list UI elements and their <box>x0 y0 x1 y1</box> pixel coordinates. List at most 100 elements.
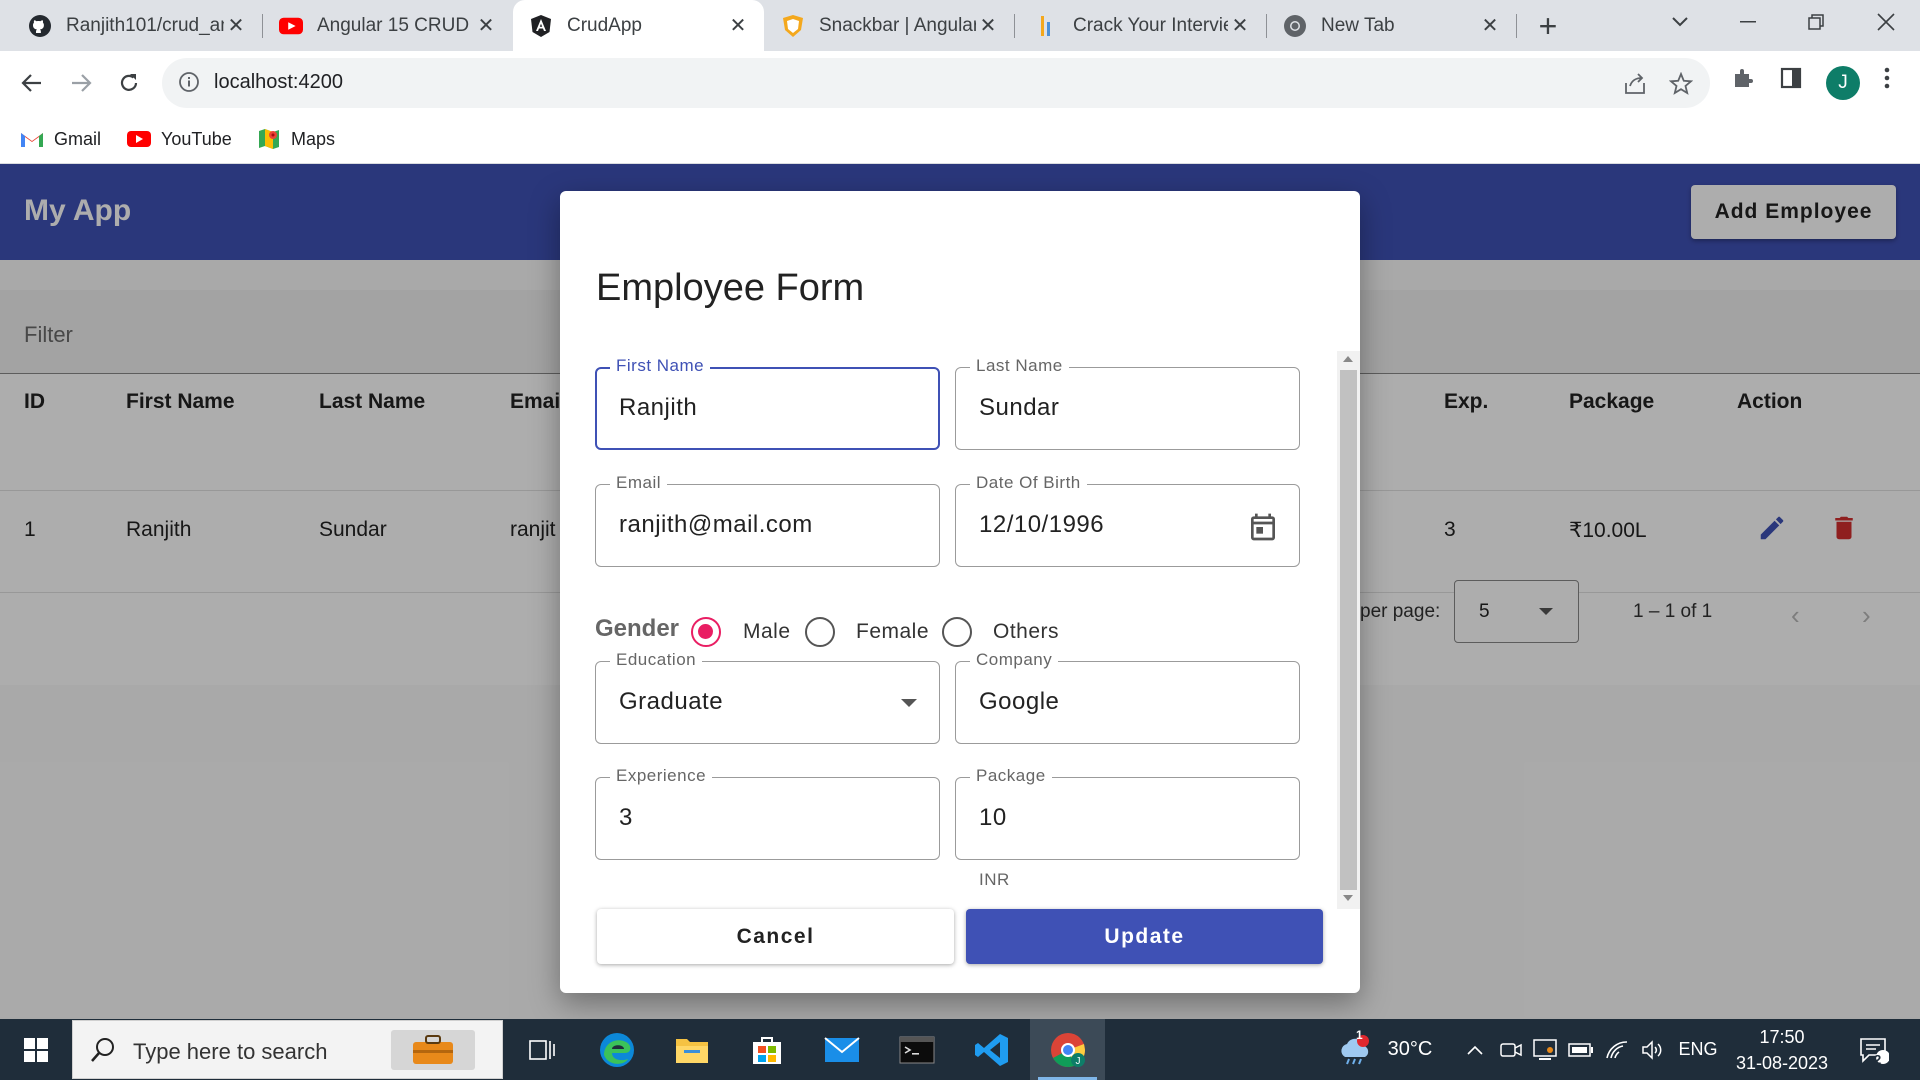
battery-icon[interactable] <box>1566 1019 1596 1080</box>
gender-option-male[interactable]: Male <box>743 620 791 644</box>
dialog-title: Employee Form <box>596 267 865 309</box>
gender-radio-female[interactable] <box>805 617 835 647</box>
cancel-button[interactable]: Cancel <box>597 909 954 964</box>
education-value: Graduate <box>619 688 724 715</box>
scroll-up-icon[interactable] <box>1343 356 1353 362</box>
forward-button[interactable] <box>61 63 101 103</box>
bookmark-maps[interactable]: Maps <box>257 126 335 152</box>
gender-option-female[interactable]: Female <box>856 620 929 644</box>
menu-kebab-icon[interactable] <box>1872 63 1902 93</box>
device-sync-icon[interactable] <box>1530 1019 1560 1080</box>
weather-badge: 1 <box>1356 1028 1363 1042</box>
terminal-icon[interactable] <box>879 1019 954 1080</box>
company-value: Google <box>979 688 1060 715</box>
clock[interactable]: 17:50 31-08-2023 <box>1730 1019 1834 1080</box>
bookmarks-bar: Gmail YouTube Maps <box>0 114 1920 164</box>
bar-chart-icon <box>1035 14 1059 38</box>
close-tab-icon[interactable]: ✕ <box>976 14 1000 38</box>
clock-date: 31-08-2023 <box>1735 1052 1829 1073</box>
side-panel-icon[interactable] <box>1776 63 1806 93</box>
close-tab-icon[interactable]: ✕ <box>1478 14 1502 38</box>
task-view-icon[interactable] <box>504 1019 579 1080</box>
experience-label: Experience <box>610 766 713 786</box>
tab-newtab[interactable]: New Tab ✕ <box>1267 0 1516 51</box>
package-field[interactable]: Package 10 <box>955 766 1300 860</box>
tab-title: CrudApp <box>567 14 642 36</box>
show-hidden-icons-chevron-icon[interactable] <box>1458 1019 1492 1080</box>
svg-text:J: J <box>1075 1056 1080 1067</box>
microsoft-store-icon[interactable] <box>729 1019 804 1080</box>
vscode-icon[interactable] <box>954 1019 1029 1080</box>
weather-temperature[interactable]: 30°C <box>1380 1019 1440 1080</box>
tab-youtube[interactable]: Angular 15 CRUD a ✕ <box>263 0 512 51</box>
weather-icon[interactable] <box>1334 1019 1376 1080</box>
package-label: Package <box>970 766 1052 786</box>
calendar-icon[interactable] <box>1247 511 1279 543</box>
back-button[interactable] <box>12 63 52 103</box>
new-tab-button[interactable]: + <box>1530 8 1566 44</box>
language-indicator[interactable]: ENG <box>1676 1019 1720 1080</box>
extensions-icon[interactable] <box>1728 63 1758 93</box>
windows-taskbar: Type here to search J 1 30°C ENG 17:50 3… <box>0 1019 1920 1080</box>
employee-form-dialog: Employee Form First Name Ranjith Last Na… <box>560 191 1360 993</box>
gender-radio-others[interactable] <box>942 617 972 647</box>
briefcase-icon[interactable] <box>391 1030 475 1070</box>
last-name-field[interactable]: Last Name Sundar <box>955 356 1300 450</box>
meet-now-icon[interactable] <box>1496 1019 1526 1080</box>
search-placeholder: Type here to search <box>133 1039 328 1064</box>
close-tab-icon[interactable]: ✕ <box>726 14 750 38</box>
package-hint: INR <box>979 870 1010 889</box>
scrollbar-thumb[interactable] <box>1340 370 1357 890</box>
youtube-icon <box>279 14 303 38</box>
tab-snackbar[interactable]: Snackbar | Angular ✕ <box>765 0 1014 51</box>
gender-radio-male[interactable] <box>691 617 721 647</box>
file-explorer-icon[interactable] <box>654 1019 729 1080</box>
scroll-down-icon[interactable] <box>1343 895 1353 901</box>
site-info-icon[interactable] <box>178 71 202 95</box>
date-of-birth-field[interactable]: Date Of Birth 12/10/1996 <box>955 473 1300 567</box>
close-tab-icon[interactable]: ✕ <box>1228 14 1252 38</box>
gender-option-others[interactable]: Others <box>993 620 1059 644</box>
tab-title: Snackbar | Angular <box>819 14 976 36</box>
tab-search-icon[interactable] <box>1652 0 1708 44</box>
first-name-field[interactable]: First Name Ranjith <box>595 356 940 450</box>
experience-field[interactable]: Experience 3 <box>595 766 940 860</box>
tab-interview[interactable]: Crack Your Intervie ✕ <box>1015 0 1266 51</box>
dropdown-arrow-icon <box>901 699 917 707</box>
minimize-button[interactable] <box>1720 0 1776 44</box>
notifications-icon[interactable] <box>1854 1019 1894 1080</box>
bookmark-youtube[interactable]: YouTube <box>127 126 232 152</box>
tab-crudapp[interactable]: CrudApp ✕ <box>513 0 764 51</box>
dialog-scrollbar[interactable] <box>1337 351 1360 909</box>
company-field[interactable]: Company Google <box>955 650 1300 744</box>
windows-start-icon[interactable] <box>0 1019 72 1080</box>
email-value: ranjith@mail.com <box>619 511 813 538</box>
close-tab-icon[interactable]: ✕ <box>224 14 248 38</box>
tab-title: Ranjith101/crud_an <box>66 14 224 36</box>
email-field[interactable]: Email ranjith@mail.com <box>595 473 940 567</box>
address-bar[interactable]: localhost:4200 <box>162 58 1710 108</box>
wifi-icon[interactable] <box>1602 1019 1632 1080</box>
package-value: 10 <box>979 804 1007 831</box>
education-select[interactable]: Education Graduate <box>595 650 940 744</box>
chrome-taskbar-icon[interactable]: J <box>1030 1019 1105 1080</box>
tab-strip: Ranjith101/crud_an ✕ Angular 15 CRUD a ✕… <box>0 0 1920 51</box>
url-text: localhost:4200 <box>214 71 343 93</box>
share-icon[interactable] <box>1622 71 1648 97</box>
tab-github[interactable]: Ranjith101/crud_an ✕ <box>0 0 262 51</box>
bookmark-gmail[interactable]: Gmail <box>20 126 101 152</box>
close-tab-icon[interactable]: ✕ <box>474 14 498 38</box>
reload-button[interactable] <box>109 63 149 103</box>
taskbar-search-box[interactable]: Type here to search <box>72 1020 503 1079</box>
mail-icon[interactable] <box>804 1019 879 1080</box>
restore-button[interactable] <box>1788 0 1844 44</box>
star-icon[interactable] <box>1668 71 1694 97</box>
edge-icon[interactable] <box>579 1019 654 1080</box>
profile-avatar[interactable]: J <box>1826 66 1860 100</box>
update-button[interactable]: Update <box>966 909 1323 964</box>
shield-icon <box>781 14 805 38</box>
github-icon <box>28 14 52 38</box>
volume-icon[interactable] <box>1638 1019 1668 1080</box>
maps-icon <box>257 127 281 151</box>
close-window-button[interactable] <box>1858 0 1914 44</box>
